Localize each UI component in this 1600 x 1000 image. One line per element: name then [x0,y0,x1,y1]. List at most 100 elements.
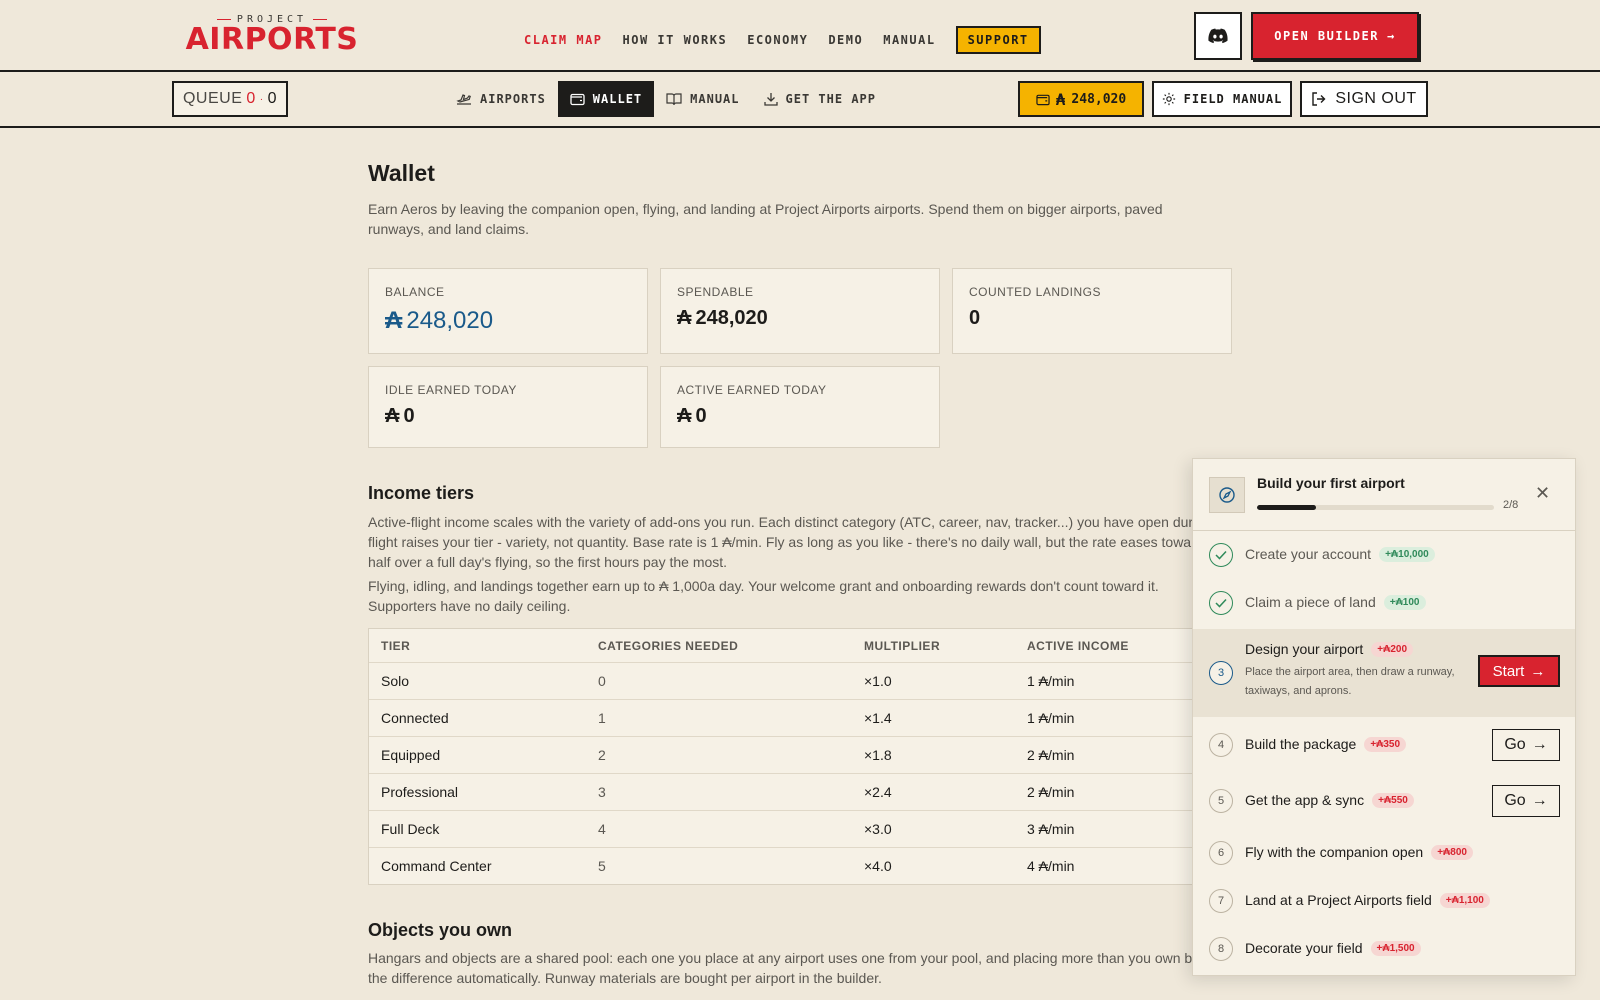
table-header: TIER CATEGORIES NEEDED MULTIPLIER ACTIVE… [369,629,1227,662]
step-title: Design your airport [1245,641,1364,657]
table-row: Command Center 5 ×4.0 4 ₳/min [369,847,1227,884]
subnav-get-the-app-label: GET THE APP [785,92,876,106]
active-earned-value: 0 [695,405,707,427]
currency-symbol: ₳ [677,405,692,427]
onboarding-step[interactable]: Claim a piece of land +₳100 [1193,579,1575,627]
go-button[interactable]: Go → [1492,729,1560,761]
onboarding-progress-text: 2/8 [1503,499,1519,511]
step-description: Place the airport area, then draw a runw… [1245,666,1455,697]
queue-label: QUEUE [182,90,243,107]
wallet-icon [570,93,585,106]
card-counted-landings: COUNTED LANDINGS 0 [952,268,1232,354]
sub-bar: QUEUE 0 · 0 AIRPORTS WALLET MANUAL GET T… [0,72,1600,128]
cell-multiplier: ×1.4 [864,710,892,726]
onboarding-step[interactable]: 7 Land at a Project Airports field +₳1,1… [1193,877,1575,925]
cell-multiplier: ×3.0 [864,821,892,837]
step-title: Land at a Project Airports field [1245,892,1432,908]
step-title: Decorate your field [1245,940,1363,956]
cell-multiplier: ×1.8 [864,747,892,763]
subnav-airports[interactable]: AIRPORTS [444,81,558,117]
step-title: Fly with the companion open [1245,844,1424,860]
cell-tier: Professional [381,784,459,800]
step-number: 7 [1209,889,1233,913]
onboarding-panel: Build your first airport 2/8 ✕ Create yo… [1192,458,1576,976]
nav-how-it-works[interactable]: HOW IT WORKS [623,33,728,47]
reward-badge: +₳1,500 [1370,940,1421,956]
page-title: Wallet [368,160,435,186]
card-label: ACTIVE EARNED TODAY [677,383,827,397]
open-builder-button[interactable]: OPEN BUILDER → [1251,12,1419,60]
onboarding-progress-bar [1257,505,1494,510]
nav-economy[interactable]: ECONOMY [747,33,808,47]
reward-badge: +₳200 [1371,641,1414,657]
cell-categories: 0 [598,673,606,689]
currency-symbol: ₳ [677,307,692,329]
onboarding-step[interactable]: 8 Decorate your field +₳1,500 [1193,925,1575,973]
currency-symbol: ₳ [1055,89,1066,109]
card-active-earned: ACTIVE EARNED TODAY ₳ 0 [660,366,940,448]
subnav-airports-label: AIRPORTS [480,92,546,106]
cell-tier: Command Center [381,858,492,874]
nav-claim-map[interactable]: CLAIM MAP [524,33,603,47]
top-nav: CLAIM MAP HOW IT WORKS ECONOMY DEMO MANU… [524,26,1041,54]
field-manual-button[interactable]: FIELD MANUAL [1152,81,1292,117]
reward-badge: +₳550 [1372,792,1414,808]
step-title: Build the package [1245,736,1357,752]
go-label: Go [1504,792,1526,809]
logout-icon [1312,92,1326,106]
close-icon[interactable]: ✕ [1535,483,1550,504]
nav-demo[interactable]: DEMO [828,33,863,47]
card-idle-earned: IDLE EARNED TODAY ₳ 0 [368,366,648,448]
onboarding-step[interactable]: Create your account +₳10,000 [1193,531,1575,579]
discord-button[interactable] [1194,12,1242,60]
nav-manual[interactable]: MANUAL [883,33,935,47]
card-value: ₳ 248,020 [677,307,768,330]
card-value: 0 [969,307,981,329]
table-row: Equipped 2 ×1.8 2 ₳/min [369,736,1227,773]
cell-categories: 1 [598,710,606,726]
reward-badge: +₳350 [1364,736,1407,752]
go-button[interactable]: Go → [1492,785,1560,817]
queue-red-count: 0 [246,90,256,107]
reward-badge: +₳10,000 [1379,546,1435,562]
support-button[interactable]: SUPPORT [955,26,1041,54]
cell-tier: Equipped [381,747,441,763]
income-tiers-title: Income tiers [368,483,475,503]
onboarding-header: Build your first airport 2/8 ✕ [1193,459,1575,531]
arrow-right-icon: → [1531,792,1548,809]
reward-badge: +₳800 [1431,844,1473,860]
open-builder-label: OPEN BUILDER [1274,29,1379,43]
check-icon [1209,543,1233,567]
cell-multiplier: ×4.0 [864,858,892,874]
step-number: 8 [1209,937,1233,961]
onboarding-step[interactable]: 4 Build the package +₳350 Go → [1193,717,1575,773]
onboarding-step[interactable]: 6 Fly with the companion open +₳800 [1193,829,1575,877]
field-manual-label: FIELD MANUAL [1183,92,1283,106]
progress-fill [1257,505,1317,510]
subnav-get-the-app[interactable]: GET THE APP [752,81,888,117]
table-row: Solo 0 ×1.0 1 ₳/min [369,662,1227,699]
cell-categories: 4 [598,821,606,837]
logo-main-text: AIRPORTS [185,22,359,57]
card-balance: BALANCE ₳ 248,020 [368,268,648,354]
queue-indicator[interactable]: QUEUE 0 · 0 [172,81,288,117]
sign-out-button[interactable]: SIGN OUT [1300,81,1428,117]
onboarding-step[interactable]: 5 Get the app & sync +₳550 Go → [1193,773,1575,829]
cell-tier: Solo [381,673,410,689]
income-tiers-description: Active-flight income scales with the var… [368,514,1212,570]
objects-description: Hangars and objects are a shared pool: e… [368,950,1214,986]
table-row: Professional 3 ×2.4 2 ₳/min [369,773,1227,810]
card-value: ₳ 0 [385,405,415,428]
start-button[interactable]: Start → [1478,655,1560,687]
compass-icon [1209,477,1245,513]
objects-title: Objects you own [368,920,513,940]
logo[interactable]: PROJECT AIRPORTS [180,14,364,55]
gear-icon [1162,92,1175,106]
balance-pill[interactable]: ₳ 248,020 [1018,81,1144,117]
onboarding-step-current[interactable]: 3 Design your airport +₳200 Place the ai… [1193,629,1575,717]
airplane-icon [456,94,471,105]
card-label: BALANCE [385,285,445,299]
subnav-manual[interactable]: MANUAL [654,81,751,117]
onboarding-title: Build your first airport [1257,475,1405,491]
subnav-wallet[interactable]: WALLET [557,81,655,117]
